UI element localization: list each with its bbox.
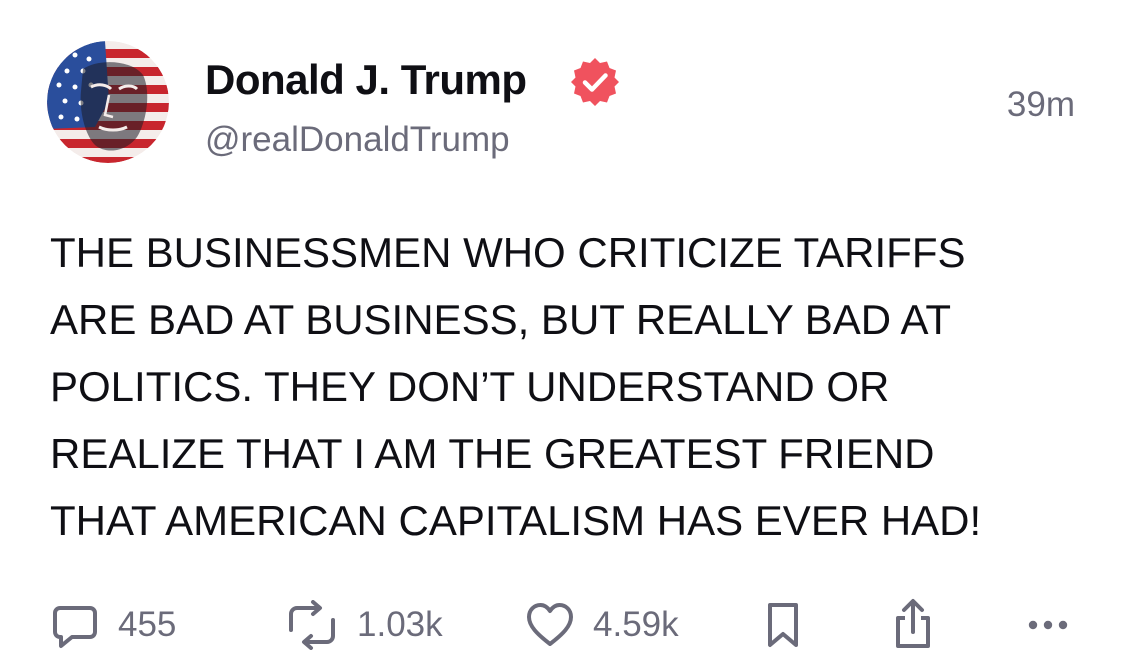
repost-button[interactable]: 1.03k (285, 590, 443, 660)
post-card: Donald J. Trump @realDonaldTrump 39m THE… (0, 0, 1125, 672)
bookmark-button[interactable] (763, 590, 803, 660)
post-text-line: THE BUSINESSMEN WHO CRITICIZE TARIFFS (50, 229, 966, 276)
like-button[interactable]: 4.59k (525, 590, 679, 660)
user-handle[interactable]: @realDonaldTrump (205, 117, 510, 163)
reply-icon (53, 606, 97, 648)
more-icon (1028, 620, 1068, 630)
share-icon (896, 599, 930, 648)
like-count: 4.59k (593, 605, 679, 644)
post-text-line: ARE BAD AT BUSINESS, BUT REALLY BAD AT (50, 296, 951, 343)
more-options-button[interactable] (1023, 590, 1073, 660)
avatar[interactable] (47, 41, 169, 163)
action-bar: 455 1.03k 4.59k (0, 590, 1125, 660)
reply-count: 455 (118, 605, 177, 644)
post-timestamp[interactable]: 39m (1007, 82, 1075, 128)
share-button[interactable] (888, 590, 938, 660)
heart-icon (527, 603, 573, 646)
bookmark-icon (768, 603, 798, 647)
avatar-image (47, 41, 169, 163)
verified-badge-icon (571, 58, 619, 106)
repost-count: 1.03k (357, 605, 443, 644)
display-name[interactable]: Donald J. Trump (205, 52, 527, 108)
post-text-line: POLITICS. THEY DON’T UNDERSTAND OR (50, 363, 890, 410)
post-text: THE BUSINESSMEN WHO CRITICIZE TARIFFS AR… (50, 219, 1070, 554)
reply-button[interactable]: 455 (50, 590, 176, 660)
post-text-line: THAT AMERICAN CAPITALISM HAS EVER HAD! (50, 497, 982, 544)
post-text-line: REALIZE THAT I AM THE GREATEST FRIEND (50, 430, 935, 477)
repost-icon (289, 600, 335, 650)
